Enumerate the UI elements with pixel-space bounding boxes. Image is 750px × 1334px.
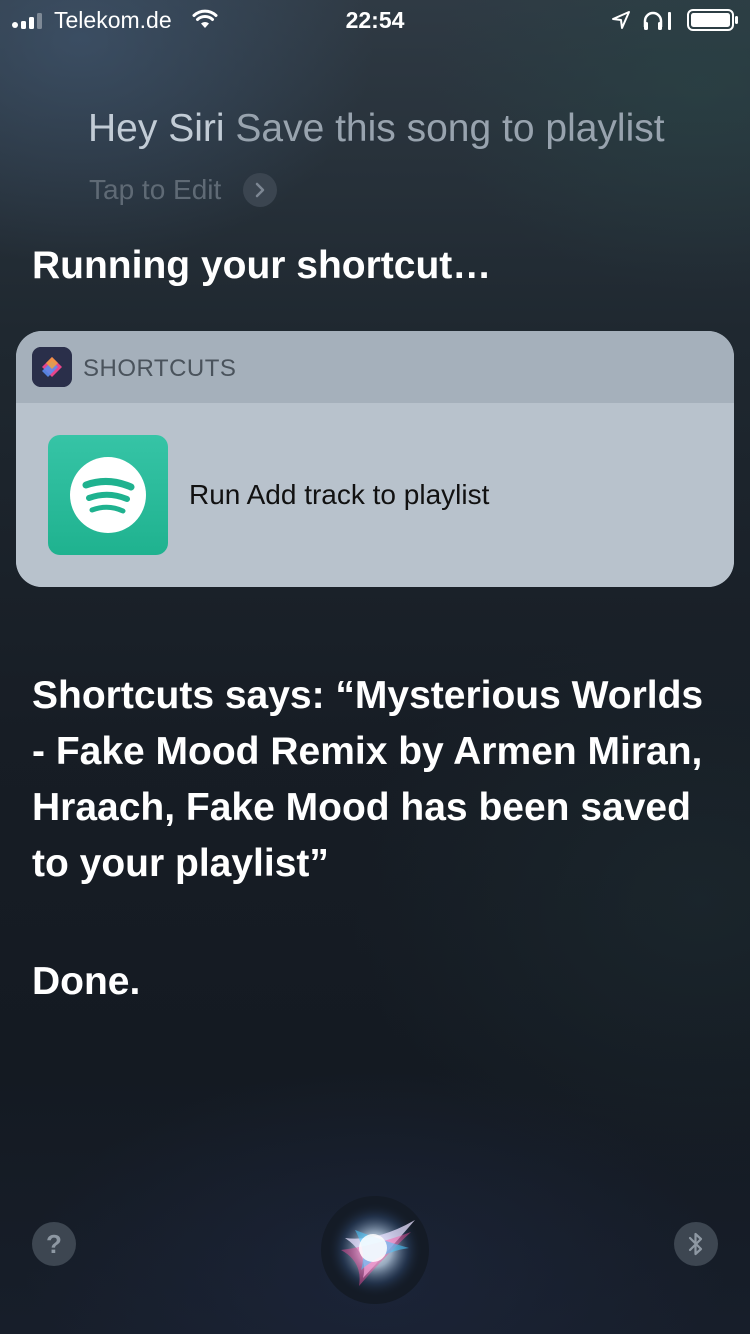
headphones-icon bbox=[643, 11, 671, 30]
help-icon: ? bbox=[46, 1229, 62, 1259]
query-wake-phrase: Hey Siri bbox=[88, 107, 225, 150]
bluetooth-icon bbox=[688, 1232, 703, 1256]
spotify-tile[interactable] bbox=[48, 435, 168, 555]
tap-to-edit-button[interactable]: Tap to Edit bbox=[89, 172, 278, 208]
location-arrow-icon bbox=[612, 11, 630, 29]
siri-orb-icon[interactable] bbox=[315, 1190, 435, 1310]
spotify-icon bbox=[70, 457, 146, 533]
shortcuts-icon bbox=[32, 347, 72, 387]
tap-to-edit-label: Tap to Edit bbox=[89, 174, 222, 205]
card-body[interactable]: Run Add track to playlist bbox=[16, 403, 734, 587]
help-button[interactable]: ? bbox=[32, 1222, 76, 1266]
chevron-right-icon bbox=[243, 173, 278, 207]
shortcut-action-label: Run Add track to playlist bbox=[189, 479, 490, 510]
siri-query[interactable]: Hey Siri Save this song to playlist bbox=[88, 104, 665, 154]
siri-done: Done. bbox=[32, 960, 141, 1003]
card-app-name: SHORTCUTS bbox=[83, 355, 237, 382]
running-heading: Running your shortcut… bbox=[32, 244, 492, 287]
bluetooth-button[interactable] bbox=[674, 1222, 718, 1266]
shortcut-card[interactable]: SHORTCUTS Run Add track to playlist bbox=[16, 331, 734, 587]
status-bar: Telekom.de 22:54 bbox=[0, 0, 750, 40]
battery-icon bbox=[687, 9, 738, 31]
status-time: 22:54 bbox=[345, 7, 405, 33]
siri-response: Shortcuts says: “Mysterious Worlds - Fak… bbox=[32, 674, 704, 885]
query-command: Save this song to playlist bbox=[224, 107, 665, 150]
card-header: SHORTCUTS bbox=[16, 331, 734, 403]
